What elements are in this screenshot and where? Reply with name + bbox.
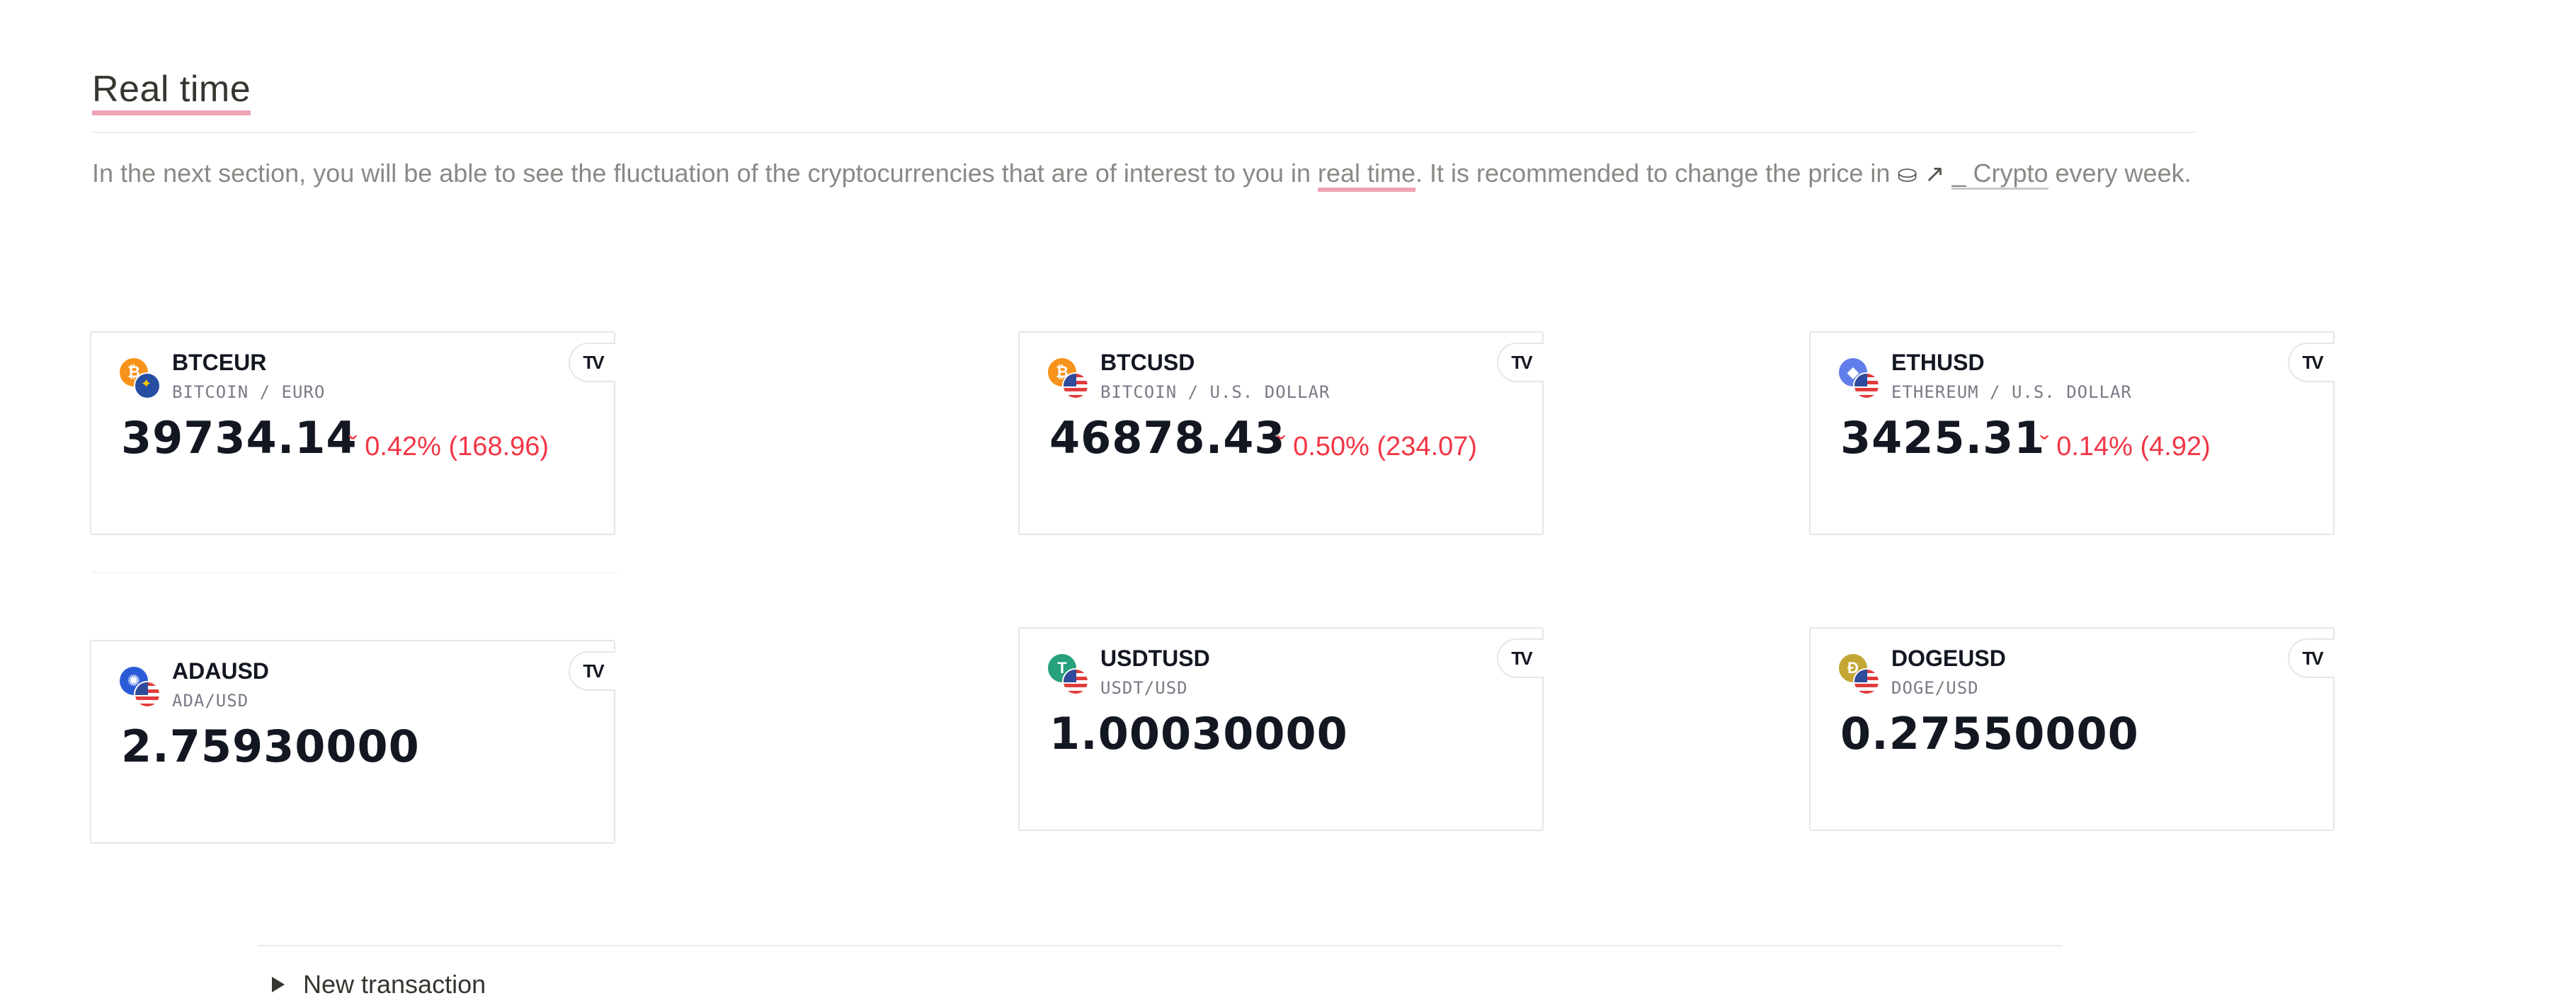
chevron-down-icon: ˇ (2040, 432, 2049, 461)
page-title: Real time (92, 68, 251, 115)
price-value: 2.75930000 (121, 721, 420, 772)
symbol-icons: Đ (1839, 654, 1883, 698)
us-flag-icon (134, 681, 161, 708)
tradingview-button[interactable]: TV (1497, 343, 1544, 382)
symbol-name: DOGEUSD (1891, 646, 2006, 671)
page-title-text: Real time (92, 69, 251, 115)
symbol-description: ADA/USD (172, 691, 249, 711)
ticker-card-adausd[interactable]: ✺ ADAUSD ADA/USD 2.75930000 TV (90, 640, 615, 844)
price-value: 3425.31 (1840, 412, 2046, 464)
tradingview-button[interactable]: TV (2288, 343, 2335, 382)
symbol-name: BTCUSD (1100, 350, 1195, 375)
arrow-up-right-icon: ↗ (1924, 161, 1945, 188)
symbol-description: ETHEREUM / U.S. DOLLAR (1891, 382, 2132, 402)
tradingview-button[interactable]: TV (1497, 638, 1544, 678)
tradingview-logo-icon: TV (583, 351, 604, 373)
ticker-card-usdtusd[interactable]: T USDTUSD USDT/USD 1.00030000 TV (1018, 627, 1544, 831)
ticker-card-btceur[interactable]: ₿ BTCEUR BITCOIN / EURO 39734.14 ˇ 0.42%… (90, 331, 615, 535)
tradingview-button[interactable]: TV (569, 651, 615, 691)
tradingview-button[interactable]: TV (569, 343, 615, 382)
price-change: ˇ 0.14% (4.92) (2040, 432, 2211, 462)
price-change: ˇ 0.42% (168.96) (348, 432, 549, 462)
symbol-icons: ◆ (1839, 358, 1883, 402)
change-value: 0.50% (234.07) (1293, 432, 1478, 461)
coins-icon: ⛀ (1897, 161, 1917, 188)
section-description: In the next section, you will be able to… (92, 154, 2209, 193)
new-transaction-toggle[interactable]: New transaction (272, 970, 486, 998)
ticker-card-btcusd[interactable]: ₿ BTCUSD BITCOIN / U.S. DOLLAR 46878.43 … (1018, 331, 1544, 535)
divider (258, 945, 2062, 946)
chevron-down-icon: ˇ (348, 432, 358, 461)
tradingview-logo-icon: TV (1511, 351, 1532, 373)
symbol-name: ETHUSD (1891, 350, 1985, 375)
description-text-2: . It is recommended to change the price … (1415, 159, 1898, 188)
price-value: 46878.43 (1049, 412, 1286, 464)
symbol-icons: ✺ (120, 667, 164, 711)
symbol-description: BITCOIN / EURO (172, 382, 326, 402)
ticker-card-ethusd[interactable]: ◆ ETHUSD ETHEREUM / U.S. DOLLAR 3425.31 … (1809, 331, 2335, 535)
crypto-page-link[interactable]: _ Crypto (1951, 159, 2048, 190)
triangle-right-icon[interactable] (272, 977, 285, 992)
price-value: 39734.14 (121, 412, 358, 464)
description-text-3: every week. (2048, 159, 2192, 188)
symbol-name: ADAUSD (172, 658, 269, 684)
us-flag-icon (1062, 668, 1089, 695)
symbol-name: BTCEUR (172, 350, 267, 375)
price-value: 0.27550000 (1840, 708, 2139, 759)
change-value: 0.42% (168.96) (365, 432, 549, 461)
tradingview-logo-icon: TV (2302, 647, 2323, 669)
tradingview-button[interactable]: TV (2288, 638, 2335, 678)
us-flag-icon (1853, 372, 1880, 399)
chevron-down-icon: ˇ (1277, 432, 1286, 461)
us-flag-icon (1062, 372, 1089, 399)
us-flag-icon (1853, 668, 1880, 695)
symbol-name: USDTUSD (1100, 646, 1210, 671)
symbol-description: BITCOIN / U.S. DOLLAR (1100, 382, 1330, 402)
divider (92, 132, 2196, 133)
symbol-description: DOGE/USD (1891, 678, 1979, 698)
tradingview-logo-icon: TV (583, 660, 604, 682)
toggle-label: New transaction (303, 970, 486, 998)
change-value: 0.14% (4.92) (2056, 432, 2211, 461)
symbol-icons: ₿ (120, 358, 164, 402)
tradingview-logo-icon: TV (1511, 647, 1532, 669)
symbol-icons: ₿ (1048, 358, 1092, 402)
eu-flag-icon (134, 372, 161, 399)
ticker-card-dogeusd[interactable]: Đ DOGEUSD DOGE/USD 0.27550000 TV (1809, 627, 2335, 831)
symbol-icons: T (1048, 654, 1092, 698)
description-text: In the next section, you will be able to… (92, 159, 1318, 188)
price-value: 1.00030000 (1049, 708, 1348, 759)
symbol-description: USDT/USD (1100, 678, 1188, 698)
highlight-text: real time (1318, 159, 1416, 192)
tradingview-logo-icon: TV (2302, 351, 2323, 373)
price-change: ˇ 0.50% (234.07) (1277, 432, 1477, 462)
divider (92, 572, 617, 573)
